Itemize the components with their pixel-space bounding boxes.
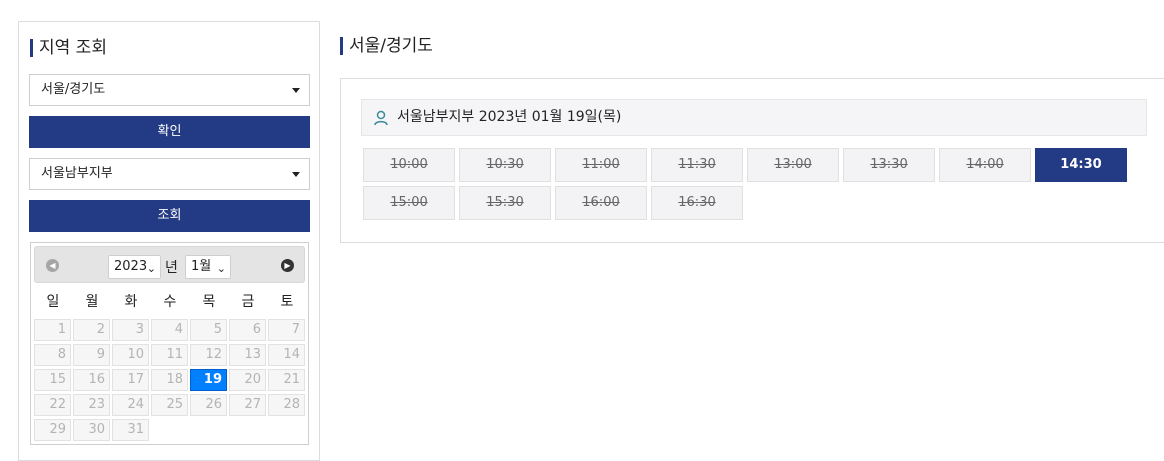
calendar-day[interactable]: 9 <box>73 344 110 366</box>
next-month-icon[interactable]: ▶ <box>281 259 294 272</box>
calendar-day[interactable]: 2 <box>73 319 110 341</box>
datepicker: ◀ 2023 ⌄ 년 1월 ⌄ ▶ 일 월 화 수 목 금 토 12345678… <box>30 242 309 445</box>
calendar-day[interactable]: 21 <box>268 369 305 391</box>
calendar-day[interactable]: 27 <box>229 394 266 416</box>
time-slot-unavailable[interactable]: 13:30 <box>843 148 935 182</box>
time-slot-available[interactable]: 14:30 <box>1035 148 1127 182</box>
calendar-day[interactable]: 25 <box>151 394 188 416</box>
branch-select[interactable]: 서울남부지부 <box>29 158 310 190</box>
reservation-panel: 서울남부지부 2023년 01월 19일(목) 10:00 10:30 11:00 1… <box>340 78 1164 243</box>
reservation-info-bar: 서울남부지부 2023년 01월 19일(목) <box>361 99 1147 136</box>
year-suffix-label: 년 <box>165 260 178 276</box>
weekday-label: 화 <box>124 294 138 310</box>
calendar-day[interactable]: 26 <box>190 394 227 416</box>
calendar-day[interactable]: 1 <box>34 319 71 341</box>
branch-select-value: 서울남부지부 <box>41 166 113 181</box>
calendar-day[interactable]: 30 <box>73 419 110 441</box>
calendar-day[interactable]: 16 <box>73 369 110 391</box>
calendar-day[interactable]: 31 <box>112 419 149 441</box>
calendar-day[interactable]: 23 <box>73 394 110 416</box>
time-slot-unavailable[interactable]: 14:00 <box>939 148 1031 182</box>
month-select-value: 1월 <box>191 259 212 274</box>
weekday-label: 일 <box>46 294 60 310</box>
weekday-label: 수 <box>163 294 177 310</box>
year-select-value: 2023 <box>114 259 148 274</box>
confirm-button[interactable]: 확인 <box>29 116 310 148</box>
calendar-day[interactable]: 24 <box>112 394 149 416</box>
chevron-down-icon: ⌄ <box>216 262 226 275</box>
weekday-label: 월 <box>85 294 99 310</box>
calendar-day[interactable]: 28 <box>268 394 305 416</box>
reservation-info-text: 서울남부지부 2023년 01월 19일(목) <box>397 109 622 125</box>
calendar-day[interactable]: 7 <box>268 319 305 341</box>
calendar-day[interactable]: 3 <box>112 319 149 341</box>
calendar-day[interactable]: 15 <box>34 369 71 391</box>
datepicker-header: ◀ 2023 ⌄ 년 1월 ⌄ ▶ <box>34 246 305 283</box>
caret-down-icon <box>292 172 300 177</box>
region-search-title: 지역 조회 <box>30 38 107 58</box>
time-slot-unavailable[interactable]: 11:30 <box>651 148 743 182</box>
calendar-day[interactable]: 5 <box>190 319 227 341</box>
weekday-label: 목 <box>202 294 216 310</box>
calendar-day[interactable]: 14 <box>268 344 305 366</box>
region-heading: 서울/경기도 <box>340 36 433 56</box>
caret-down-icon <box>292 88 300 93</box>
time-slot-unavailable[interactable]: 16:00 <box>555 186 647 220</box>
calendar-day[interactable]: 29 <box>34 419 71 441</box>
time-slot-unavailable[interactable]: 10:00 <box>363 148 455 182</box>
calendar-day[interactable]: 10 <box>112 344 149 366</box>
time-slot-unavailable[interactable]: 10:30 <box>459 148 551 182</box>
time-slot-unavailable[interactable]: 15:30 <box>459 186 551 220</box>
weekday-header: 일 월 화 수 목 금 토 <box>34 291 306 311</box>
time-slot-unavailable[interactable]: 13:00 <box>747 148 839 182</box>
calendar-day[interactable]: 11 <box>151 344 188 366</box>
weekday-label: 금 <box>241 294 255 310</box>
region-select-value: 서울/경기도 <box>41 82 106 97</box>
weekday-label: 토 <box>280 294 294 310</box>
calendar-day[interactable]: 13 <box>229 344 266 366</box>
year-select[interactable]: 2023 ⌄ <box>108 255 161 279</box>
search-button[interactable]: 조회 <box>29 200 310 232</box>
calendar-day[interactable]: 12 <box>190 344 227 366</box>
calendar-day[interactable]: 20 <box>229 369 266 391</box>
chevron-down-icon: ⌄ <box>146 262 156 275</box>
person-icon <box>374 110 388 126</box>
time-slot-unavailable[interactable]: 16:30 <box>651 186 743 220</box>
calendar-day[interactable]: 4 <box>151 319 188 341</box>
time-slot-unavailable[interactable]: 11:00 <box>555 148 647 182</box>
calendar-day[interactable]: 22 <box>34 394 71 416</box>
calendar-day[interactable]: 18 <box>151 369 188 391</box>
prev-month-icon[interactable]: ◀ <box>46 259 59 272</box>
region-select[interactable]: 서울/경기도 <box>29 74 310 106</box>
month-select[interactable]: 1월 ⌄ <box>185 255 231 279</box>
calendar-day-selected[interactable]: 19 <box>190 369 227 391</box>
calendar-day[interactable]: 17 <box>112 369 149 391</box>
calendar-day[interactable]: 6 <box>229 319 266 341</box>
time-slot-unavailable[interactable]: 15:00 <box>363 186 455 220</box>
calendar-day[interactable]: 8 <box>34 344 71 366</box>
region-search-panel: 지역 조회 서울/경기도 확인 서울남부지부 조회 ◀ 2023 ⌄ 년 1월 … <box>18 21 320 461</box>
